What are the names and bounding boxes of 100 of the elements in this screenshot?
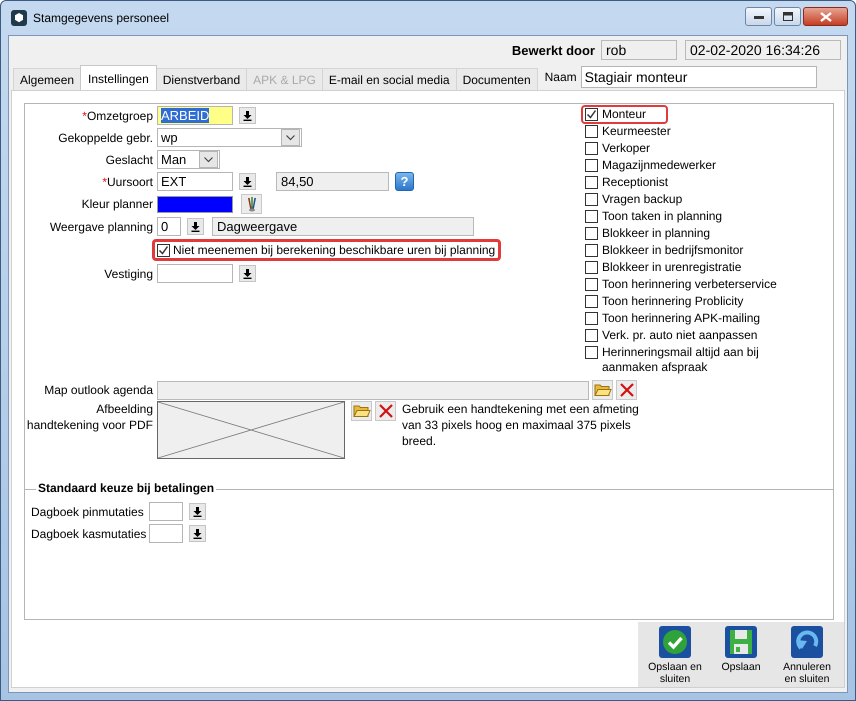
checkbox-label: Niet meenemen bij berekening beschikbare uren bij planning <box>173 243 496 257</box>
minimize-button[interactable] <box>745 7 772 26</box>
maximize-button[interactable] <box>774 7 801 26</box>
close-icon <box>378 404 392 418</box>
checkbox-label: Verkoper <box>602 141 650 156</box>
role-option[interactable]: Toon herinnering Problicity <box>581 292 800 311</box>
checkbox[interactable] <box>585 210 598 223</box>
field-label: Weergave planning <box>48 220 154 234</box>
name-label: Naam <box>544 70 577 84</box>
checkbox-label: Toon herinnering verbeterservice <box>602 277 777 292</box>
lookup-button[interactable] <box>187 218 204 235</box>
checkbox[interactable] <box>585 142 598 155</box>
lookup-button[interactable] <box>239 173 256 190</box>
down-arrow-icon <box>191 222 200 232</box>
delete-button[interactable] <box>375 401 396 421</box>
close-icon <box>820 12 832 22</box>
down-arrow-icon <box>193 506 202 516</box>
tab[interactable]: Algemeen <box>13 68 82 90</box>
save-button[interactable]: Opslaan <box>710 626 772 685</box>
role-option[interactable]: Blokkeer in bedrijfsmonitor <box>581 241 800 260</box>
role-option[interactable]: Toon herinnering verbeterservice <box>581 275 800 294</box>
role-option[interactable]: Blokkeer in planning <box>581 224 800 243</box>
input-field[interactable] <box>149 524 183 543</box>
dropdown[interactable]: Man <box>157 150 220 169</box>
folder-button[interactable] <box>351 401 372 421</box>
field-label: *Uursoort <box>101 174 154 188</box>
input-field[interactable]: 0 <box>157 217 181 236</box>
checkbox-label: Blokkeer in planning <box>602 226 710 241</box>
delete-button[interactable] <box>616 380 637 400</box>
input-field[interactable]: ARBEID <box>157 106 233 125</box>
role-option[interactable]: Vragen backup <box>581 190 800 209</box>
down-arrow-icon <box>243 110 252 120</box>
checkbox[interactable] <box>585 193 598 206</box>
checkbox-label: Verk. pr. auto niet aanpassen <box>602 328 758 343</box>
hint-text: Gebruik een handtekening met een afmeting van 33 pixels hoog en maximaal 375 pixels breed. <box>402 401 640 449</box>
lookup-button[interactable] <box>239 107 256 124</box>
checkbox-label: Receptionist <box>602 175 668 190</box>
role-option[interactable]: Toon herinnering APK-mailing <box>581 309 800 328</box>
role-option[interactable]: Magazijnmedewerker <box>581 156 800 175</box>
checkbox[interactable] <box>585 278 598 291</box>
checkbox-label: Herinneringsmail altijd aan bij aanmaken afspraak <box>602 345 760 375</box>
checkbox[interactable] <box>585 176 598 189</box>
field-label: Vestiging <box>103 266 154 280</box>
input-field[interactable] <box>149 502 183 521</box>
role-option[interactable]: Receptionist <box>581 173 800 192</box>
color-swatch[interactable] <box>157 196 233 212</box>
checkbox[interactable] <box>157 244 170 256</box>
check-icon <box>659 626 691 658</box>
role-option[interactable]: Keurmeester <box>581 122 800 141</box>
checkbox[interactable] <box>585 261 598 274</box>
field-label: *Omzetgroep <box>81 108 154 122</box>
role-option[interactable]: Monteur <box>581 105 668 124</box>
color-picker-button[interactable] <box>241 194 262 214</box>
input-field[interactable] <box>157 264 233 283</box>
checkbox-label: Toon herinnering Problicity <box>602 294 744 309</box>
checkbox[interactable] <box>585 295 598 308</box>
down-arrow-icon <box>243 176 252 186</box>
minimize-icon <box>754 14 764 18</box>
checkbox[interactable] <box>585 346 598 359</box>
folder-icon <box>352 404 370 418</box>
description-field: Dagweergave <box>212 217 474 236</box>
checkbox-option[interactable]: Niet meenemen bij berekening beschikbare uren bij planning <box>152 239 502 261</box>
field-label: Geslacht <box>104 152 154 166</box>
checkbox[interactable] <box>585 159 598 172</box>
role-option[interactable]: Blokkeer in urenregistratie <box>581 258 800 277</box>
dropdown[interactable]: wp <box>157 128 302 147</box>
input-field[interactable]: EXT <box>157 172 233 191</box>
close-icon <box>620 383 634 397</box>
checkbox-label: Keurmeester <box>602 124 671 139</box>
field-label: Afbeelding handtekening voor PDF <box>26 401 154 433</box>
lookup-button[interactable] <box>189 503 206 520</box>
checkbox[interactable] <box>585 108 598 121</box>
rate-field: 84,50 <box>276 172 389 191</box>
lookup-button[interactable] <box>189 525 206 542</box>
close-button[interactable] <box>803 7 848 26</box>
checkbox[interactable] <box>585 312 598 325</box>
role-option[interactable]: Toon taken in planning <box>581 207 800 226</box>
folder-button[interactable] <box>592 380 613 400</box>
name-field[interactable]: Stagiair monteur <box>580 66 817 88</box>
tab[interactable]: Instellingen <box>80 65 157 90</box>
checkbox[interactable] <box>585 329 598 342</box>
window-title: Stamgegevens personeel <box>33 11 170 25</box>
chevron-down-icon <box>199 151 218 168</box>
save-and-close-button[interactable]: Opslaan en sluiten <box>644 626 706 685</box>
cancel-button[interactable]: Annuleren en sluiten <box>776 626 838 685</box>
tab[interactable]: Dienstverband <box>156 68 248 90</box>
tab[interactable]: E-mail en social media <box>322 68 457 90</box>
tab[interactable]: Documenten <box>456 68 538 90</box>
role-option[interactable]: Herinneringsmail altijd aan bij aanmaken afspraak <box>581 343 800 377</box>
role-option[interactable]: Verk. pr. auto niet aanpassen <box>581 326 800 345</box>
role-option[interactable]: Verkoper <box>581 139 800 158</box>
field-label: Dagboek kasmutaties <box>31 526 148 540</box>
checkbox[interactable] <box>585 227 598 240</box>
checkbox[interactable] <box>585 244 598 257</box>
field-label: Map outlook agenda <box>43 383 154 397</box>
checkbox[interactable] <box>585 125 598 138</box>
lookup-button[interactable] <box>239 265 256 282</box>
checkbox-label: Blokkeer in bedrijfsmonitor <box>602 243 744 258</box>
app-icon <box>11 10 27 26</box>
checkbox-label: Vragen backup <box>602 192 682 207</box>
